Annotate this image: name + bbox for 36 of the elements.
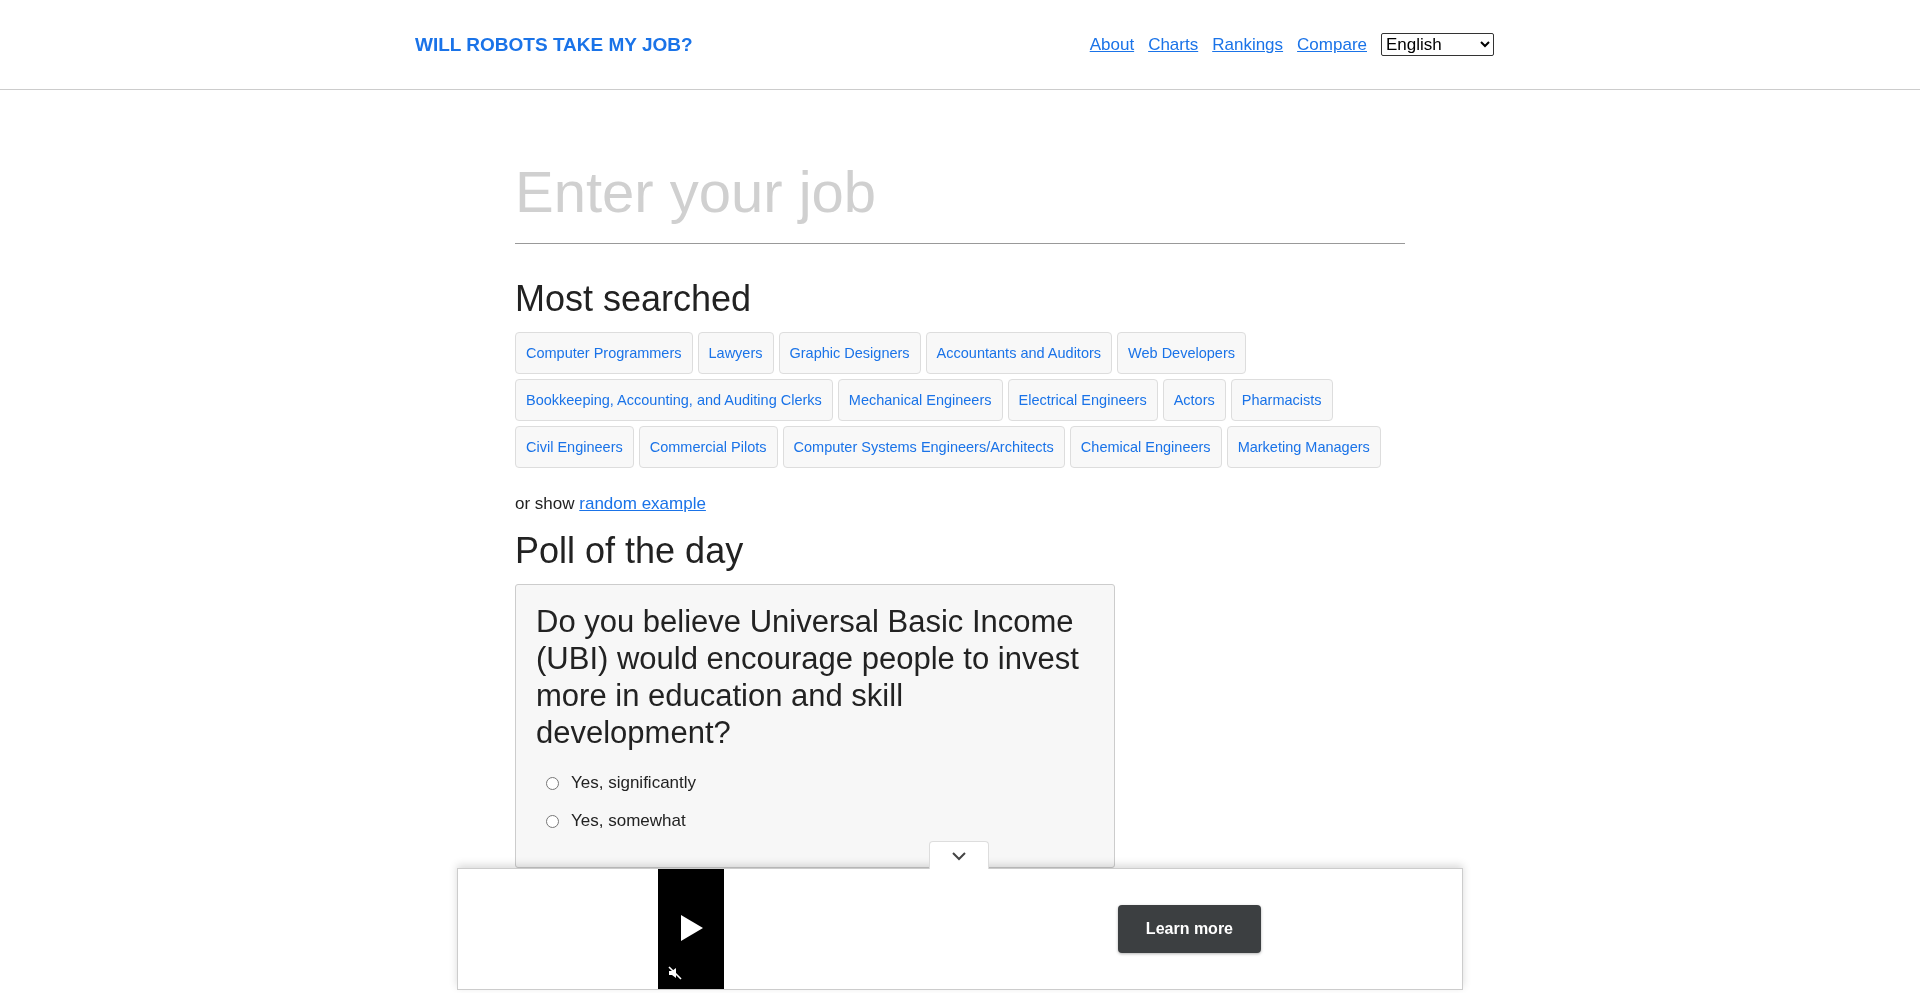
job-chip[interactable]: Electrical Engineers xyxy=(1007,379,1158,421)
random-example-link[interactable]: random example xyxy=(579,494,706,513)
job-chip[interactable]: Bookkeeping, Accounting, and Auditing Clerks xyxy=(515,379,833,421)
job-chip[interactable]: Lawyers xyxy=(697,332,774,374)
play-icon[interactable] xyxy=(681,915,703,941)
job-chip[interactable]: Commercial Pilots xyxy=(638,426,778,468)
section-title: Most searched xyxy=(515,278,753,320)
learn-more-button[interactable]: Learn more xyxy=(1117,905,1261,953)
random-example-text: or show random example xyxy=(515,494,707,514)
chevron-down-icon xyxy=(951,850,967,861)
job-chip[interactable]: Web Developers xyxy=(1117,332,1246,374)
nav-link[interactable]: Compare xyxy=(1297,34,1367,55)
radio-button[interactable] xyxy=(546,814,559,828)
job-chip[interactable]: Mechanical Engineers xyxy=(837,379,1003,421)
video-player[interactable] xyxy=(658,869,724,989)
poll-question: Do you believe Universal Basic Income (UBI) would encourage people to invest more in education and skill development? xyxy=(536,603,1080,751)
muted-icon[interactable] xyxy=(667,965,683,981)
section-title: Poll of the day xyxy=(515,530,745,572)
job-chip[interactable]: Graphic Designers xyxy=(778,332,921,374)
site-logo[interactable]: WILL ROBOTS TAKE MY JOB? xyxy=(415,33,693,56)
radio-button[interactable] xyxy=(546,776,559,790)
option-label: Yes, significantly xyxy=(571,773,697,793)
job-chip[interactable]: Accountants and Auditors xyxy=(925,332,1113,374)
nav-link[interactable]: Rankings xyxy=(1212,34,1284,55)
job-chip[interactable]: Computer Programmers xyxy=(515,332,693,374)
language-select[interactable]: English xyxy=(1381,33,1494,56)
job-chip[interactable]: Pharmacists xyxy=(1230,379,1333,421)
nav-link[interactable]: About xyxy=(1089,34,1135,55)
job-chip[interactable]: Computer Systems Engineers/Architects xyxy=(782,426,1065,468)
job-chip[interactable]: Actors xyxy=(1162,379,1226,421)
collapse-tab[interactable] xyxy=(929,841,989,869)
job-chip[interactable]: Civil Engineers xyxy=(515,426,634,468)
job-chip[interactable]: Chemical Engineers xyxy=(1069,426,1222,468)
nav-link[interactable]: Charts xyxy=(1148,34,1199,55)
option-label: Yes, somewhat xyxy=(571,811,686,831)
job-chip[interactable]: Marketing Managers xyxy=(1226,426,1381,468)
